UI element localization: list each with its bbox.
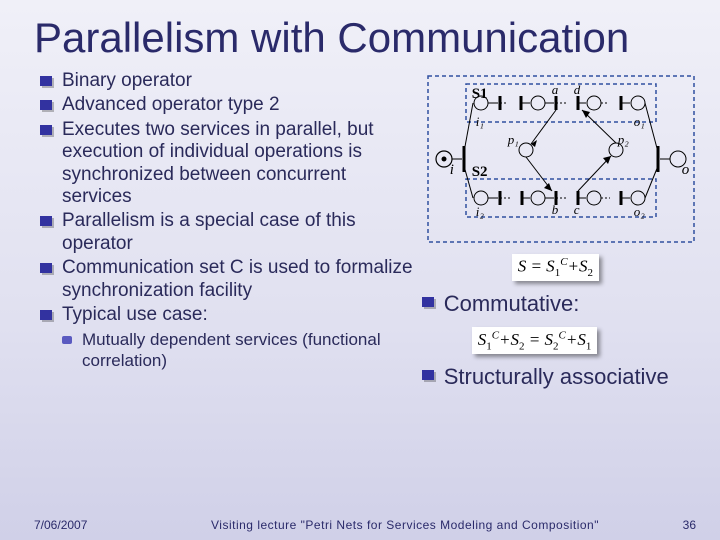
formula1-s1: 1 <box>555 267 561 279</box>
slide-title: Parallelism with Communication <box>0 0 720 68</box>
label-s2: S2 <box>472 164 488 181</box>
slide-body: Binary operator Advanced operator type 2… <box>0 68 720 394</box>
left-column: Binary operator Advanced operator type 2… <box>40 68 418 394</box>
right-column: S1 S2 a d b c i o i₁ o₁ i₂ o₂ p₁ p₂ S = … <box>418 68 700 394</box>
formula1-mid: +S <box>568 257 588 276</box>
bullet-item: Advanced operator type 2 <box>40 94 418 116</box>
label-o2: o₂ <box>634 204 645 220</box>
diagram-svg <box>426 74 696 244</box>
bullet-item: Communication set C is used to formalize… <box>40 257 418 302</box>
petri-net-diagram: S1 S2 a d b c i o i₁ o₁ i₂ o₂ p₁ p₂ <box>426 74 696 244</box>
label-c: c <box>574 202 580 218</box>
label-o: o <box>682 162 690 179</box>
bullet-structurally: Structurally associative <box>422 364 700 390</box>
formula-2: S1C+S2 = S2C+S1 <box>472 327 598 354</box>
bullet-item: Typical use case: Mutually dependent ser… <box>40 304 418 371</box>
formula2-body: S1C+S2 = S2C+S1 <box>478 330 592 349</box>
label-o1: o₁ <box>634 114 645 130</box>
bullet-item: Executes two services in parallel, but e… <box>40 119 418 209</box>
bullet-commutative: Commutative: <box>422 291 700 317</box>
sub-bullet-list: Mutually dependent services (functional … <box>62 330 418 370</box>
bullet-item: Binary operator <box>40 70 418 92</box>
label-i2: i₂ <box>476 204 484 220</box>
label-d: d <box>574 82 581 98</box>
slide: Parallelism with Communication Binary op… <box>0 0 720 540</box>
label-i: i <box>450 162 454 179</box>
label-i1: i₁ <box>476 114 484 130</box>
slide-footer: 7/06/2007 Visiting lecture "Petri Nets f… <box>0 518 720 532</box>
label-a: a <box>552 82 559 98</box>
footer-date: 7/06/2007 <box>34 518 154 532</box>
footer-page-number: 36 <box>656 518 696 532</box>
label-p1: p₁ <box>508 132 519 148</box>
right-bullets-2: Structurally associative <box>422 364 700 390</box>
bullet-text: Typical use case: <box>62 304 208 325</box>
label-b: b <box>552 202 559 218</box>
label-s1: S1 <box>472 86 488 103</box>
footer-title: Visiting lecture "Petri Nets for Service… <box>154 518 656 532</box>
right-bullets: Commutative: <box>422 291 700 317</box>
sub-bullet-item: Mutually dependent services (functional … <box>62 330 418 370</box>
bullet-list: Binary operator Advanced operator type 2… <box>40 70 418 371</box>
formula1-s2: 2 <box>588 267 594 279</box>
formula-1: S = S1C+S2 <box>512 254 599 281</box>
bullet-item: Parallelism is a special case of this op… <box>40 210 418 255</box>
formula1-lhs: S = S <box>518 257 555 276</box>
formula1-sup: C <box>560 256 567 268</box>
label-p2: p₂ <box>618 132 629 148</box>
